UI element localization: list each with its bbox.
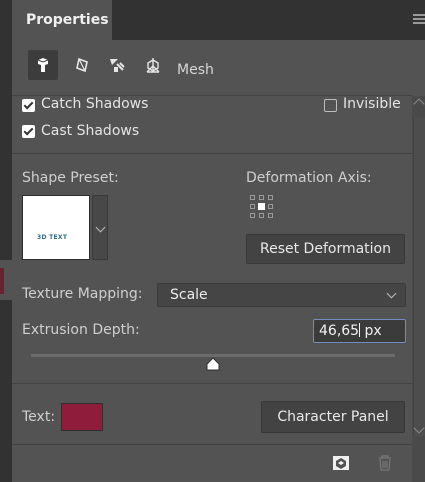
deformation-axis-label: Deformation Axis: — [246, 170, 372, 186]
cast-shadows-checkbox[interactable] — [22, 125, 35, 138]
divider — [12, 444, 412, 445]
preset-thumbnail-text: 3D TEXT — [37, 234, 68, 241]
shape-preset-dropdown[interactable] — [92, 195, 108, 260]
chevron-down-icon — [95, 222, 106, 233]
divider — [12, 383, 412, 384]
text-caret — [359, 323, 361, 337]
extrusion-depth-input[interactable]: 46,65 px — [313, 319, 406, 343]
catch-shadows-checkbox[interactable] — [22, 99, 35, 112]
extrusion-depth-value: 46,65 — [319, 323, 360, 339]
panel-tab-strip: Properties — [0, 0, 425, 40]
scrollbar-thumb[interactable] — [413, 118, 425, 436]
texture-mapping-value: Scale — [170, 287, 208, 303]
camera-3d-icon[interactable] — [138, 50, 168, 80]
divider — [12, 153, 412, 154]
deformation-axis-grid[interactable] — [250, 195, 274, 219]
environment-3d-icon[interactable] — [68, 50, 98, 80]
shape-preset-thumbnail[interactable]: 3D TEXT — [22, 195, 90, 260]
tab-properties[interactable]: Properties — [12, 0, 112, 40]
render-icon[interactable] — [331, 453, 351, 477]
shape-preset-label: Shape Preset: — [22, 170, 119, 186]
extrusion-depth-label: Extrusion Depth: — [22, 322, 140, 338]
texture-mapping-label: Texture Mapping: — [22, 286, 143, 302]
text-label: Text: — [22, 409, 56, 425]
panel-menu-icon[interactable] — [413, 14, 425, 24]
trash-icon[interactable] — [376, 453, 394, 477]
extrusion-slider-handle[interactable] — [205, 356, 221, 375]
reset-deformation-button[interactable]: Reset Deformation — [246, 234, 405, 264]
scene-3d-icon[interactable] — [28, 50, 58, 80]
chevron-down-icon — [386, 288, 397, 299]
catch-shadows-label: Catch Shadows — [41, 96, 149, 112]
properties-toolbar: Mesh — [12, 40, 425, 96]
invisible-label: Invisible — [343, 96, 401, 112]
panel-footer — [12, 446, 412, 482]
text-color-swatch[interactable] — [61, 403, 103, 431]
invisible-checkbox[interactable] — [324, 99, 337, 112]
texture-mapping-select[interactable]: Scale — [157, 283, 406, 307]
extrusion-depth-unit: px — [364, 323, 382, 339]
tab-mesh[interactable]: Mesh — [177, 62, 214, 78]
window-left-edge — [0, 40, 12, 482]
light-3d-icon[interactable] — [102, 50, 132, 80]
character-panel-button[interactable]: Character Panel — [261, 401, 405, 433]
cast-shadows-label: Cast Shadows — [41, 123, 140, 139]
